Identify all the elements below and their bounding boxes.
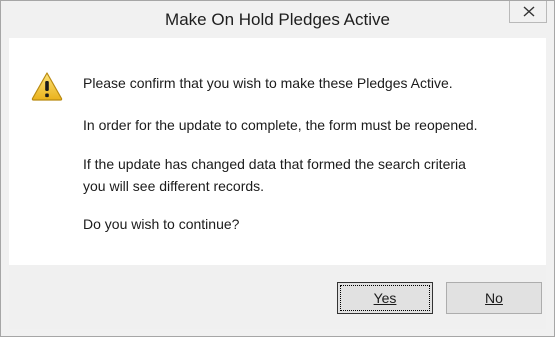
button-bar: Yes No — [9, 265, 546, 329]
message-line-search-criteria-1: If the update has changed data that form… — [83, 156, 466, 172]
dialog-title: Make On Hold Pledges Active — [165, 10, 390, 29]
yes-button[interactable]: Yes — [337, 282, 433, 314]
message-line-search-criteria-2: you will see different records. — [83, 178, 265, 194]
message-line-confirm: Please confirm that you wish to make the… — [83, 75, 453, 91]
warning-icon — [31, 72, 63, 101]
close-icon — [523, 6, 535, 17]
no-button[interactable]: No — [446, 282, 542, 314]
title-bar[interactable]: Make On Hold Pledges Active — [1, 1, 554, 38]
message-area: Please confirm that you wish to make the… — [9, 38, 546, 265]
close-button[interactable] — [509, 1, 547, 23]
message-line-continue: Do you wish to continue? — [83, 216, 240, 232]
message-line-search-criteria: If the update has changed data that form… — [83, 153, 533, 197]
message-line-reopen: In order for the update to complete, the… — [83, 117, 478, 133]
confirmation-dialog: Make On Hold Pledges Active Please confi… — [0, 0, 555, 337]
